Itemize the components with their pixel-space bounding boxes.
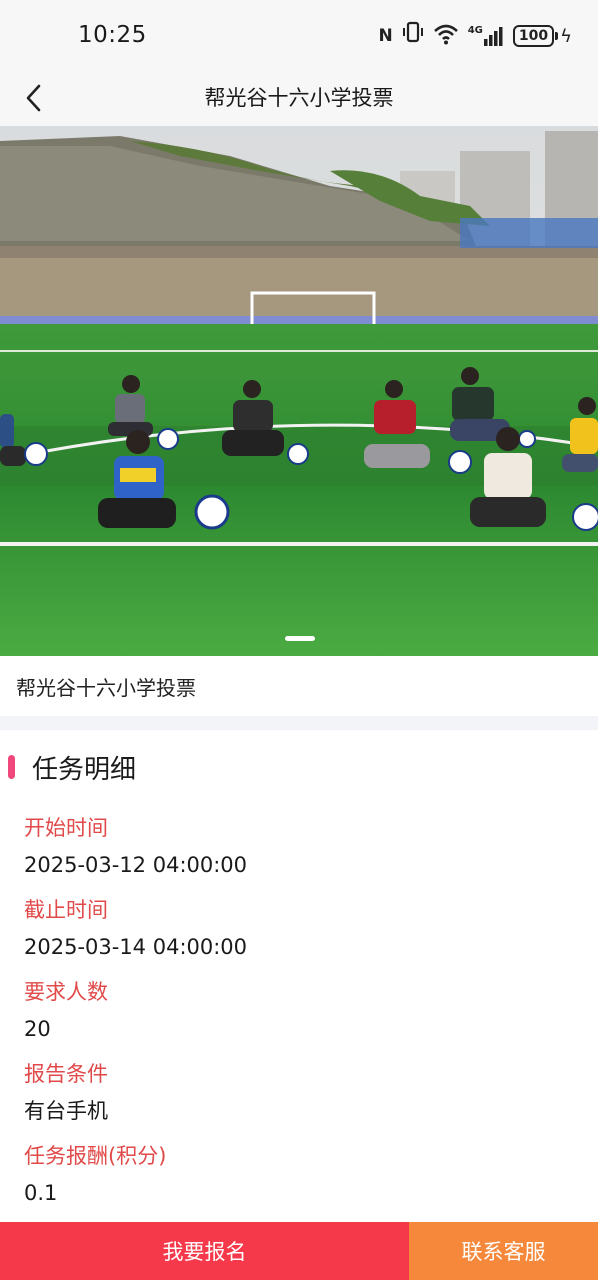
banner-carousel[interactable] bbox=[0, 126, 598, 656]
football-field-photo bbox=[0, 126, 598, 656]
section-divider bbox=[0, 716, 598, 730]
section-title: 任务明细 bbox=[32, 754, 137, 785]
vibrate-icon bbox=[402, 20, 424, 53]
carousel-indicator bbox=[285, 636, 315, 641]
field-value: 0.1 bbox=[24, 1181, 58, 1205]
field-required-people: 要求人数 20 bbox=[24, 978, 108, 1043]
contact-support-button[interactable]: 联系客服 bbox=[409, 1222, 598, 1280]
nfc-icon: N bbox=[378, 26, 393, 46]
section-header: 任务明细 bbox=[0, 750, 137, 785]
status-time: 10:25 bbox=[78, 22, 147, 48]
field-task-reward: 任务报酬(积分) 0.1 bbox=[24, 1142, 166, 1207]
task-details-section: 任务明细 开始时间 2025-03-12 04:00:00 截止时间 2025-… bbox=[0, 730, 598, 1222]
signup-button[interactable]: 我要报名 bbox=[0, 1222, 409, 1280]
field-value: 有台手机 bbox=[24, 1099, 108, 1123]
field-value: 20 bbox=[24, 1017, 51, 1041]
wifi-icon bbox=[433, 23, 459, 49]
field-report-condition: 报告条件 有台手机 bbox=[24, 1060, 108, 1125]
field-label: 开始时间 bbox=[24, 816, 108, 840]
field-start-time: 开始时间 2025-03-12 04:00:00 bbox=[24, 814, 247, 879]
cellular-signal-icon: 4G bbox=[468, 26, 504, 46]
status-bar: 10:25 N 4G 100 ϟ bbox=[0, 0, 598, 70]
bottom-action-bar: 我要报名 联系客服 bbox=[0, 1222, 598, 1280]
task-caption-text: 帮光谷十六小学投票 bbox=[16, 676, 196, 700]
field-label: 报告条件 bbox=[24, 1062, 108, 1086]
field-value: 2025-03-14 04:00:00 bbox=[24, 935, 248, 959]
battery-icon: 100 ϟ bbox=[512, 25, 572, 47]
field-label: 要求人数 bbox=[24, 980, 108, 1004]
battery-tip bbox=[555, 32, 559, 40]
section-accent-bar bbox=[8, 755, 15, 779]
field-label: 截止时间 bbox=[24, 898, 108, 922]
nav-bar: 帮光谷十六小学投票 bbox=[0, 70, 598, 126]
field-value: 2025-03-12 04:00:00 bbox=[24, 853, 248, 877]
charging-icon: ϟ bbox=[560, 25, 572, 47]
task-caption: 帮光谷十六小学投票 bbox=[0, 656, 598, 716]
battery-level: 100 bbox=[512, 25, 555, 47]
field-label: 任务报酬(积分) bbox=[24, 1144, 167, 1168]
status-icons: N 4G 100 ϟ bbox=[378, 20, 572, 53]
page-title: 帮光谷十六小学投票 bbox=[204, 86, 394, 110]
network-type-label: 4G bbox=[467, 25, 483, 36]
field-end-time: 截止时间 2025-03-14 04:00:00 bbox=[24, 896, 247, 961]
